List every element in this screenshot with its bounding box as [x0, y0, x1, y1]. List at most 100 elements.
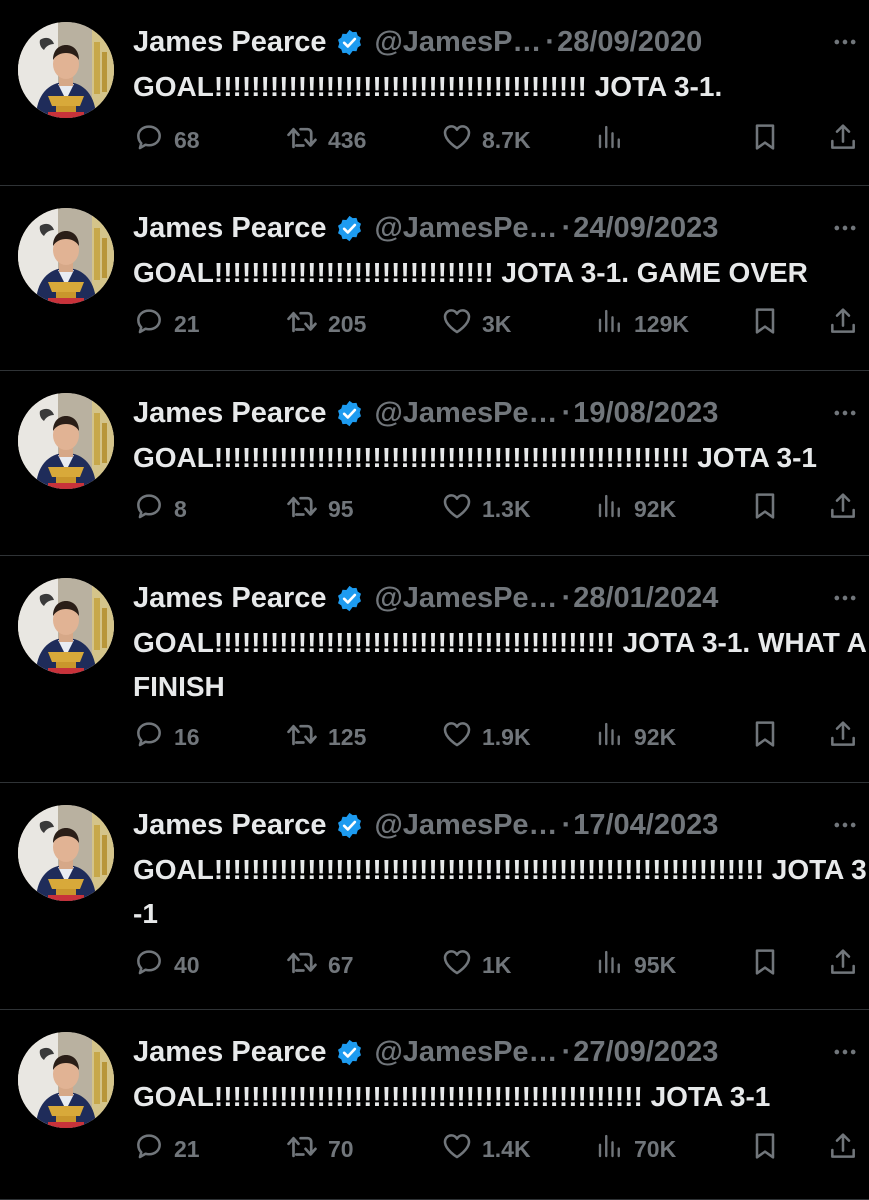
share-button[interactable] [827, 719, 859, 755]
verified-badge-icon[interactable] [335, 1038, 364, 1067]
more-icon[interactable] [831, 1032, 859, 1072]
tweet-date[interactable]: 19/08/2023 [573, 397, 718, 430]
tweet-actions: 21 205 3K 129K [133, 306, 869, 342]
tweet-date[interactable]: 24/09/2023 [573, 212, 718, 245]
tweet-text: GOAL!!!!!!!!!!!!!!!!!!!!!!!!!!!!!!!!!!!!… [133, 1081, 771, 1112]
reply-button[interactable]: 16 [133, 719, 200, 755]
views-button[interactable] [595, 122, 634, 158]
heart-icon [441, 305, 473, 343]
tweet[interactable]: James Pearce @JamesPe… · 19/08/2023 GOAL!!!!… [0, 371, 869, 556]
retweet-icon [285, 945, 319, 985]
view-count: 92K [634, 495, 677, 522]
like-button[interactable]: 8.7K [441, 122, 531, 158]
tweet[interactable]: James Pearce @JamesPe… · 27/09/2023 GOAL!!!!… [0, 1010, 869, 1200]
share-button[interactable] [827, 122, 859, 158]
retweet-icon [285, 304, 319, 344]
views-button[interactable]: 70K [595, 1131, 676, 1167]
reply-button[interactable]: 21 [133, 1131, 200, 1167]
author-handle[interactable]: @JamesPe… [375, 809, 558, 842]
heart-icon [441, 946, 473, 984]
reply-icon [133, 1130, 165, 1168]
like-count: 1.3K [482, 495, 531, 522]
separator: · [561, 808, 572, 841]
bookmark-button[interactable] [749, 719, 781, 755]
reply-button[interactable]: 8 [133, 491, 187, 527]
bookmark-button[interactable] [749, 306, 781, 342]
like-button[interactable]: 1K [441, 947, 511, 983]
share-button[interactable] [827, 1131, 859, 1167]
bookmark-button[interactable] [749, 1131, 781, 1167]
avatar[interactable] [18, 393, 114, 489]
tweet-date[interactable]: 17/04/2023 [573, 809, 718, 842]
tweet-date[interactable]: 28/09/2020 [557, 26, 702, 59]
verified-badge-icon[interactable] [335, 811, 364, 840]
retweet-count: 70 [328, 1135, 354, 1162]
verified-badge-icon[interactable] [335, 214, 364, 243]
share-icon [827, 305, 859, 343]
author-name[interactable]: James Pearce [133, 1036, 327, 1069]
tweet-header: James Pearce @JamesP… · 28/09/2020 [133, 22, 869, 62]
more-icon[interactable] [831, 208, 859, 248]
views-button[interactable]: 92K [595, 719, 676, 755]
retweet-button[interactable]: 70 [285, 1131, 354, 1167]
author-handle[interactable]: @JamesP… [375, 26, 542, 59]
author-name[interactable]: James Pearce [133, 809, 327, 842]
like-button[interactable]: 1.3K [441, 491, 531, 527]
retweet-button[interactable]: 205 [285, 306, 366, 342]
author-handle[interactable]: @JamesPe… [375, 212, 558, 245]
retweet-button[interactable]: 67 [285, 947, 354, 983]
tweet-date[interactable]: 28/01/2024 [573, 582, 718, 615]
retweet-icon [285, 717, 319, 757]
like-button[interactable]: 1.9K [441, 719, 531, 755]
share-icon [827, 121, 859, 159]
author-handle[interactable]: @JamesPe… [375, 397, 558, 430]
views-icon [595, 306, 625, 342]
tweet-text: GOAL!!!!!!!!!!!!!!!!!!!!!!!!!!!!!! JOTA … [133, 257, 808, 288]
more-icon[interactable] [831, 805, 859, 845]
views-button[interactable]: 95K [595, 947, 676, 983]
separator: · [545, 25, 556, 58]
reply-button[interactable]: 68 [133, 122, 200, 158]
reply-button[interactable]: 40 [133, 947, 200, 983]
author-name[interactable]: James Pearce [133, 397, 327, 430]
retweet-count: 95 [328, 495, 354, 522]
verified-badge-icon[interactable] [335, 584, 364, 613]
retweet-button[interactable]: 125 [285, 719, 366, 755]
retweet-button[interactable]: 95 [285, 491, 354, 527]
like-button[interactable]: 1.4K [441, 1131, 531, 1167]
bookmark-button[interactable] [749, 491, 781, 527]
tweet[interactable]: James Pearce @JamesPe… · 28/01/2024 GOAL!!!!… [0, 556, 869, 783]
author-handle[interactable]: @JamesPe… [375, 582, 558, 615]
avatar[interactable] [18, 208, 114, 304]
author-name[interactable]: James Pearce [133, 582, 327, 615]
bookmark-button[interactable] [749, 947, 781, 983]
more-icon[interactable] [831, 393, 859, 433]
tweet[interactable]: James Pearce @JamesPe… · 24/09/2023 GOAL!!!!… [0, 186, 869, 371]
tweet-date[interactable]: 27/09/2023 [573, 1036, 718, 1069]
bookmark-button[interactable] [749, 122, 781, 158]
share-button[interactable] [827, 306, 859, 342]
tweet[interactable]: James Pearce @JamesP… · 28/09/2020 GOAL!!!!!… [0, 0, 869, 186]
share-button[interactable] [827, 491, 859, 527]
reply-icon [133, 718, 165, 756]
avatar[interactable] [18, 1032, 114, 1128]
like-button[interactable]: 3K [441, 306, 511, 342]
reply-button[interactable]: 21 [133, 306, 200, 342]
verified-badge-icon[interactable] [335, 28, 364, 57]
more-icon[interactable] [831, 22, 859, 62]
share-icon [827, 1130, 859, 1168]
views-button[interactable]: 129K [595, 306, 689, 342]
avatar[interactable] [18, 22, 114, 118]
avatar[interactable] [18, 578, 114, 674]
retweet-button[interactable]: 436 [285, 122, 366, 158]
tweet-header: James Pearce @JamesPe… · 24/09/2023 [133, 208, 869, 248]
avatar[interactable] [18, 805, 114, 901]
more-icon[interactable] [831, 578, 859, 618]
author-name[interactable]: James Pearce [133, 26, 327, 59]
tweet[interactable]: James Pearce @JamesPe… · 17/04/2023 GOAL!!!!… [0, 783, 869, 1010]
author-handle[interactable]: @JamesPe… [375, 1036, 558, 1069]
author-name[interactable]: James Pearce [133, 212, 327, 245]
views-button[interactable]: 92K [595, 491, 676, 527]
verified-badge-icon[interactable] [335, 399, 364, 428]
share-button[interactable] [827, 947, 859, 983]
